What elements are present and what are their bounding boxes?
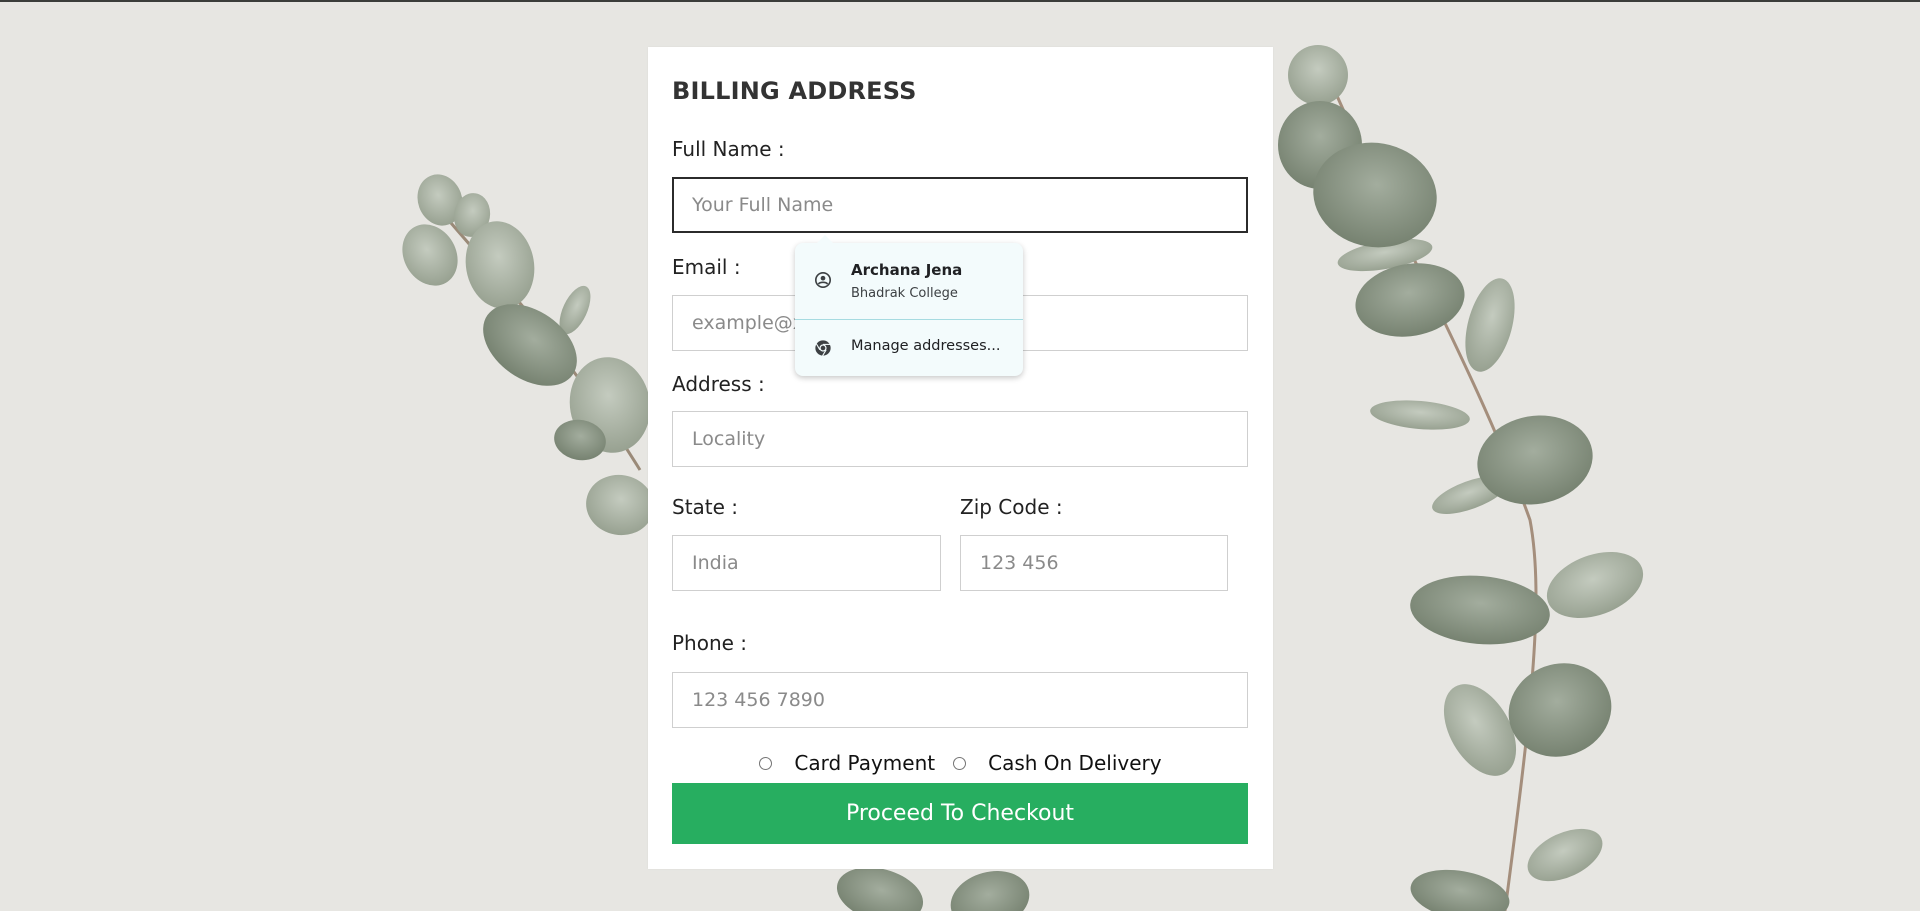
address-input[interactable] (672, 411, 1248, 467)
card-payment-radio[interactable] (759, 756, 773, 770)
manage-addresses-label: Manage addresses... (851, 338, 1001, 354)
cash-on-delivery-option[interactable]: Cash On Delivery (953, 751, 1162, 775)
address-label: Address : (672, 372, 765, 396)
payment-method-group: Card Payment Cash On Delivery (648, 749, 1273, 777)
card-payment-option[interactable]: Card Payment (759, 751, 935, 775)
zip-code-input[interactable] (960, 535, 1228, 591)
autofill-profile-suggestion[interactable]: Archana Jena Bhadrak College (795, 243, 1023, 319)
cash-on-delivery-label: Cash On Delivery (988, 751, 1162, 775)
card-payment-label: Card Payment (794, 751, 936, 775)
state-label: State : (672, 495, 739, 519)
popup-caret (817, 235, 833, 243)
state-input[interactable] (672, 535, 941, 591)
account-circle-icon (814, 271, 832, 289)
zip-code-label: Zip Code : (960, 495, 1063, 519)
email-label: Email : (672, 255, 741, 279)
autofill-popup: Archana Jena Bhadrak College Manage addr… (795, 235, 1023, 376)
autofill-profile-detail: Bhadrak College (851, 286, 958, 301)
chrome-icon (815, 340, 831, 357)
phone-input[interactable] (672, 672, 1248, 728)
phone-label: Phone : (672, 631, 748, 655)
full-name-input[interactable] (672, 177, 1248, 233)
cash-on-delivery-radio[interactable] (953, 756, 967, 770)
form-title: BILLING ADDRESS (672, 77, 917, 105)
manage-addresses-item[interactable]: Manage addresses... (795, 320, 1023, 376)
autofill-profile-name: Archana Jena (851, 261, 963, 279)
proceed-to-checkout-button[interactable]: Proceed To Checkout (672, 783, 1248, 844)
billing-form-card: BILLING ADDRESS Full Name : Email : Addr… (648, 47, 1273, 869)
full-name-label: Full Name : (672, 137, 785, 161)
